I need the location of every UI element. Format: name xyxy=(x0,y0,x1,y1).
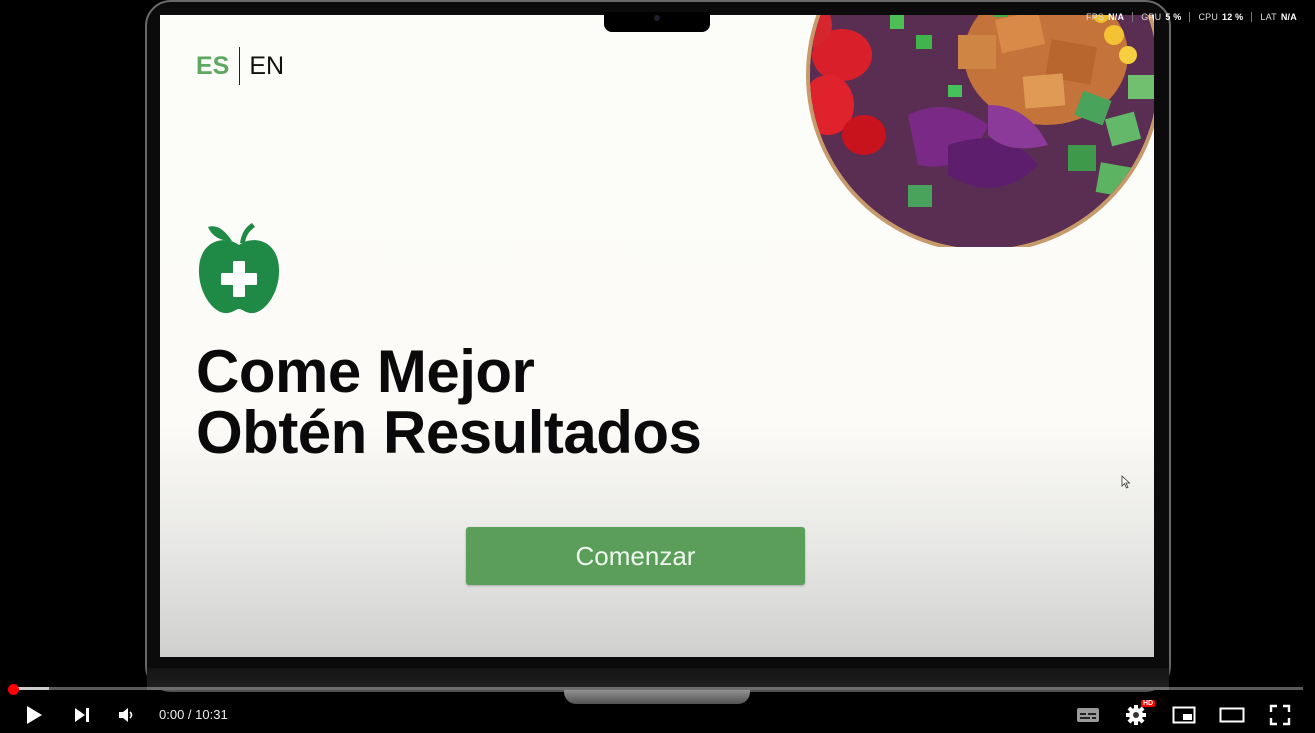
player-controls-bar xyxy=(0,660,1315,733)
perf-lat: LAT N/A xyxy=(1251,12,1305,22)
fullscreen-icon xyxy=(1269,704,1291,726)
headline-line-2: Obtén Resultados xyxy=(196,399,702,466)
start-button[interactable]: Comenzar xyxy=(466,527,805,585)
camera-notch xyxy=(604,12,710,32)
camera-icon xyxy=(654,15,660,21)
miniplayer-button[interactable] xyxy=(1171,702,1197,728)
perf-gpu: GPU 5 % xyxy=(1132,12,1189,22)
next-button[interactable] xyxy=(69,702,95,728)
salad-bowl-image xyxy=(806,15,1154,247)
settings-icon xyxy=(1126,705,1146,725)
lang-en-button[interactable]: EN xyxy=(249,52,284,81)
volume-button[interactable] xyxy=(114,702,140,728)
volume-icon xyxy=(119,708,133,722)
subtitles-icon xyxy=(1077,708,1099,722)
progress-scrubber[interactable] xyxy=(8,684,19,695)
time-display: 0:00 / 10:31 xyxy=(159,707,228,722)
language-divider xyxy=(239,47,241,85)
progress-bar[interactable] xyxy=(13,687,1303,690)
hd-badge: HD xyxy=(1141,700,1156,707)
headline-line-1: Come Mejor xyxy=(196,338,535,405)
subtitles-button[interactable] xyxy=(1075,702,1101,728)
page-title: Come Mejor Obtén Resultados xyxy=(196,338,702,466)
lang-es-button[interactable]: ES xyxy=(196,52,229,81)
miniplayer-icon xyxy=(1172,706,1196,724)
performance-overlay: FPS N/A GPU 5 % CPU 12 % LAT N/A xyxy=(1086,10,1305,24)
perf-cpu: CPU 12 % xyxy=(1189,12,1251,22)
fullscreen-button[interactable] xyxy=(1267,702,1293,728)
apple-plus-icon xyxy=(198,223,280,314)
play-button[interactable] xyxy=(21,702,47,728)
next-icon xyxy=(75,708,89,722)
theater-mode-button[interactable] xyxy=(1219,702,1245,728)
language-switch: ES EN xyxy=(196,47,284,85)
app-screen: ES EN Come Mejor Obtén Resultados Comenz… xyxy=(160,15,1154,657)
theater-icon xyxy=(1219,707,1245,723)
play-icon xyxy=(27,706,42,724)
perf-fps: FPS N/A xyxy=(1086,12,1125,22)
mouse-cursor-icon xyxy=(1121,475,1131,489)
